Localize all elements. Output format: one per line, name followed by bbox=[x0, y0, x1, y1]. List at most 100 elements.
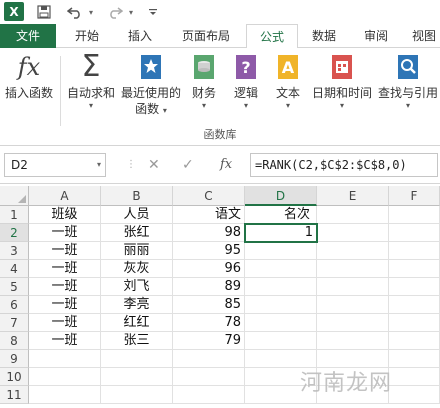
tab-view[interactable]: 视图 bbox=[404, 24, 440, 48]
cell-a8[interactable]: 一班 bbox=[29, 332, 101, 350]
redo-dropdown-icon[interactable]: ▾ bbox=[126, 2, 136, 22]
grid-cell[interactable] bbox=[389, 332, 440, 350]
row-header[interactable]: 2 bbox=[0, 224, 29, 242]
cell-c8[interactable]: 79 bbox=[173, 332, 245, 350]
cell-d1[interactable]: 名次 bbox=[245, 206, 317, 224]
cell-c2[interactable]: 98 bbox=[173, 224, 245, 242]
cell-b2[interactable]: 张红 bbox=[101, 224, 173, 242]
customize-toolbar-icon[interactable] bbox=[146, 2, 160, 22]
grid-cell[interactable] bbox=[317, 260, 389, 278]
grid-cell[interactable] bbox=[389, 278, 440, 296]
grid-cell[interactable] bbox=[389, 368, 440, 386]
logical-button[interactable]: ? 逻辑 ▾ bbox=[228, 52, 264, 111]
column-header-d[interactable]: D bbox=[245, 186, 317, 206]
grid-cell[interactable] bbox=[173, 350, 245, 368]
grid-cell[interactable] bbox=[317, 278, 389, 296]
save-icon[interactable] bbox=[34, 2, 54, 22]
grid-cell[interactable] bbox=[29, 368, 101, 386]
select-all-button[interactable] bbox=[0, 186, 29, 206]
column-header-a[interactable]: A bbox=[29, 186, 101, 206]
row-header[interactable]: 1 bbox=[0, 206, 29, 224]
row-header[interactable]: 10 bbox=[0, 368, 29, 386]
cell-c5[interactable]: 89 bbox=[173, 278, 245, 296]
grid-cell[interactable] bbox=[101, 386, 173, 404]
tab-page-layout[interactable]: 页面布局 bbox=[168, 24, 244, 48]
row-header[interactable]: 4 bbox=[0, 260, 29, 278]
grid-cell[interactable] bbox=[389, 296, 440, 314]
tab-formulas[interactable]: 公式 bbox=[246, 24, 298, 49]
grid-cell[interactable] bbox=[317, 224, 389, 242]
cell-c1[interactable]: 语文 bbox=[173, 206, 245, 224]
autosum-button[interactable]: Σ 自动求和 ▾ bbox=[64, 52, 118, 111]
tab-insert[interactable]: 插入 bbox=[114, 24, 166, 48]
redo-icon[interactable] bbox=[104, 2, 126, 22]
column-header-f[interactable]: F bbox=[389, 186, 440, 206]
cell-b6[interactable]: 李亮 bbox=[101, 296, 173, 314]
grid-cell[interactable] bbox=[317, 242, 389, 260]
formula-input[interactable]: =RANK(C2,$C$2:$C$8,0) bbox=[250, 153, 438, 177]
cell-b4[interactable]: 灰灰 bbox=[101, 260, 173, 278]
insert-function-button[interactable]: fx 插入函数 bbox=[2, 52, 56, 101]
cell-a5[interactable]: 一班 bbox=[29, 278, 101, 296]
grid-cell[interactable] bbox=[245, 242, 317, 260]
fx-icon[interactable]: fx bbox=[220, 153, 232, 177]
grid-cell[interactable] bbox=[389, 224, 440, 242]
row-header[interactable]: 8 bbox=[0, 332, 29, 350]
cancel-icon[interactable]: ✕ bbox=[148, 153, 160, 177]
cell-c3[interactable]: 95 bbox=[173, 242, 245, 260]
grid-cell[interactable] bbox=[245, 314, 317, 332]
name-box[interactable]: D2 ▾ bbox=[4, 153, 106, 177]
column-header-c[interactable]: C bbox=[173, 186, 245, 206]
cell-c7[interactable]: 78 bbox=[173, 314, 245, 332]
row-header[interactable]: 7 bbox=[0, 314, 29, 332]
cell-c6[interactable]: 85 bbox=[173, 296, 245, 314]
row-header[interactable]: 11 bbox=[0, 386, 29, 404]
cell-d2-selected[interactable]: 1 bbox=[244, 223, 318, 243]
undo-icon[interactable] bbox=[64, 2, 86, 22]
enter-icon[interactable]: ✓ bbox=[182, 153, 194, 177]
cell-a2[interactable]: 一班 bbox=[29, 224, 101, 242]
tab-home[interactable]: 开始 bbox=[62, 24, 112, 48]
financial-button[interactable]: 财务 ▾ bbox=[186, 52, 222, 111]
cell-b7[interactable]: 红红 bbox=[101, 314, 173, 332]
date-time-button[interactable]: 日期和时间 ▾ bbox=[310, 52, 374, 111]
chevron-down-icon[interactable]: ▾ bbox=[97, 154, 101, 176]
grid-cell[interactable] bbox=[317, 314, 389, 332]
cell-a6[interactable]: 一班 bbox=[29, 296, 101, 314]
grid-cell[interactable] bbox=[389, 386, 440, 404]
tab-file[interactable]: 文件 bbox=[0, 24, 56, 48]
lookup-reference-button[interactable]: 查找与引用 ▾ bbox=[376, 52, 440, 111]
recently-used-button[interactable]: 最近使用的 函数 ▾ bbox=[120, 52, 182, 119]
grid-cell[interactable] bbox=[245, 332, 317, 350]
row-header[interactable]: 6 bbox=[0, 296, 29, 314]
grid-cell[interactable] bbox=[389, 350, 440, 368]
grid-cell[interactable] bbox=[317, 206, 389, 224]
row-header[interactable]: 9 bbox=[0, 350, 29, 368]
cell-c4[interactable]: 96 bbox=[173, 260, 245, 278]
tab-review[interactable]: 审阅 bbox=[350, 24, 402, 48]
grid-cell[interactable] bbox=[389, 242, 440, 260]
grid-cell[interactable] bbox=[245, 296, 317, 314]
cell-b8[interactable]: 张三 bbox=[101, 332, 173, 350]
grid-cell[interactable] bbox=[245, 278, 317, 296]
cell-b3[interactable]: 丽丽 bbox=[101, 242, 173, 260]
grid-cell[interactable] bbox=[173, 386, 245, 404]
grid-cell[interactable] bbox=[389, 206, 440, 224]
cell-a3[interactable]: 一班 bbox=[29, 242, 101, 260]
cell-a7[interactable]: 一班 bbox=[29, 314, 101, 332]
grid-cell[interactable] bbox=[389, 260, 440, 278]
grid-cell[interactable] bbox=[29, 386, 101, 404]
cell-a1[interactable]: 班级 bbox=[29, 206, 101, 224]
grid-cell[interactable] bbox=[245, 260, 317, 278]
grid-cell[interactable] bbox=[101, 368, 173, 386]
grid-cell[interactable] bbox=[317, 332, 389, 350]
grid-cell[interactable] bbox=[173, 368, 245, 386]
cell-a4[interactable]: 一班 bbox=[29, 260, 101, 278]
cell-b1[interactable]: 人员 bbox=[101, 206, 173, 224]
cell-b5[interactable]: 刘飞 bbox=[101, 278, 173, 296]
grid-cell[interactable] bbox=[389, 314, 440, 332]
undo-dropdown-icon[interactable]: ▾ bbox=[86, 2, 96, 22]
row-header[interactable]: 3 bbox=[0, 242, 29, 260]
tab-data[interactable]: 数据 bbox=[300, 24, 348, 48]
text-functions-button[interactable]: A 文本 ▾ bbox=[270, 52, 306, 111]
